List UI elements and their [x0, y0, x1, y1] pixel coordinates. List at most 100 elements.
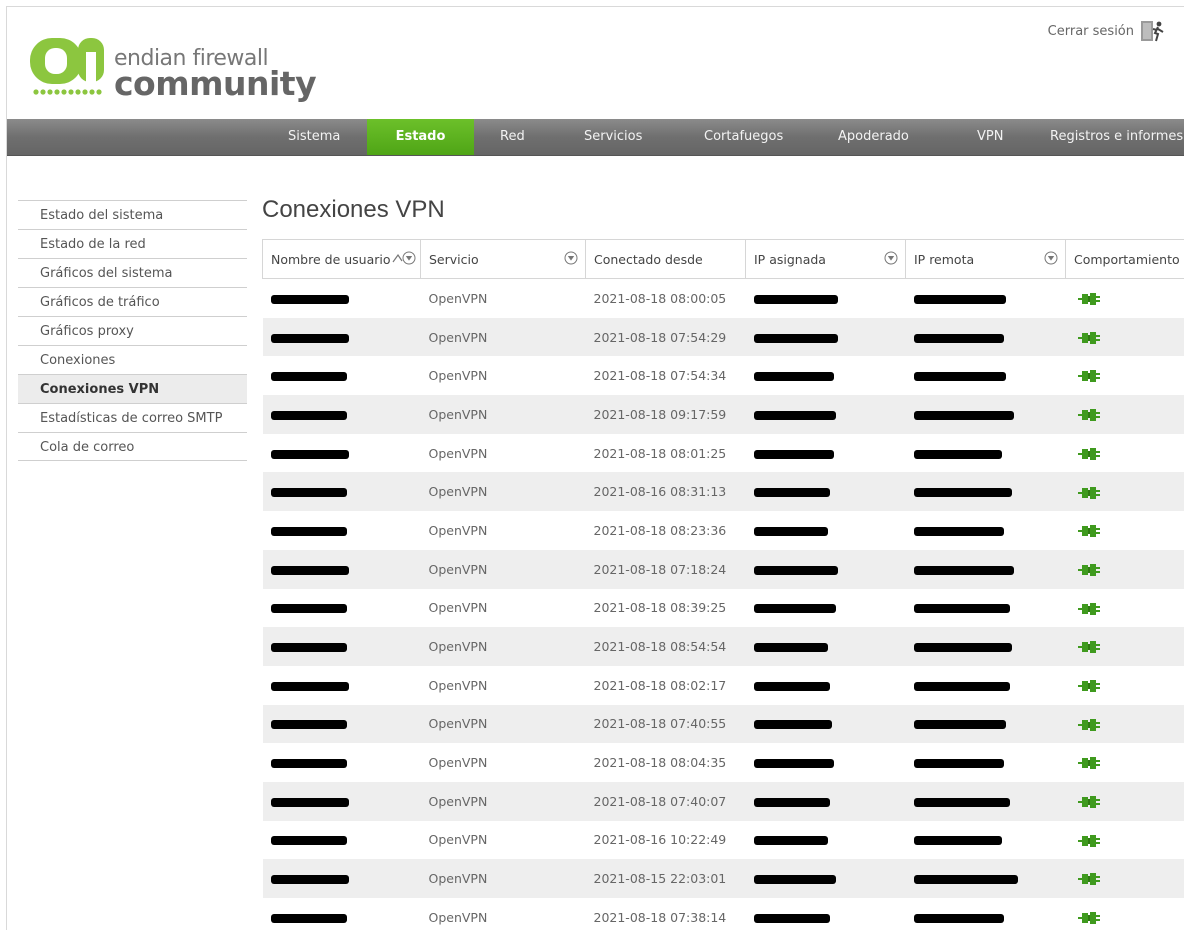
- table-row: OpenVPN2021-08-18 07:40:55: [263, 705, 1184, 744]
- cell-behavior: [1066, 434, 1184, 473]
- plug-disconnect-icon[interactable]: [1078, 834, 1100, 848]
- cell-remote-ip: [906, 550, 1066, 589]
- redacted-remote-ip: [914, 682, 1010, 691]
- plug-disconnect-icon[interactable]: [1078, 679, 1100, 693]
- column-header-label: Nombre de usuario: [271, 252, 391, 267]
- plug-disconnect-icon[interactable]: [1078, 408, 1100, 422]
- cell-service: OpenVPN: [421, 782, 586, 821]
- nav-item-servicios[interactable]: Servicios: [584, 119, 642, 155]
- redacted-assigned-ip: [754, 527, 828, 536]
- cell-assigned-ip: [746, 666, 906, 705]
- nav-item-apoderado[interactable]: Apoderado: [838, 119, 909, 155]
- redacted-username: [271, 295, 349, 304]
- sidebar-item-conexiones-vpn[interactable]: Conexiones VPN: [18, 374, 247, 403]
- page-title: Conexiones VPN: [262, 196, 445, 224]
- redacted-username: [271, 875, 349, 884]
- nav-item-red[interactable]: Red: [500, 119, 525, 155]
- table-row: OpenVPN2021-08-15 22:03:01: [263, 859, 1184, 898]
- plug-disconnect-icon[interactable]: [1078, 524, 1100, 538]
- redacted-remote-ip: [914, 875, 1018, 884]
- table-row: OpenVPN2021-08-18 08:02:17: [263, 666, 1184, 705]
- sidebar-item-graficos-sistema[interactable]: Gráficos del sistema: [18, 258, 247, 287]
- redacted-remote-ip: [914, 295, 1006, 304]
- cell-service: OpenVPN: [421, 472, 586, 511]
- plug-disconnect-icon[interactable]: [1078, 369, 1100, 383]
- cell-assigned-ip: [746, 318, 906, 357]
- cell-username: [263, 627, 421, 666]
- cell-connected-since: 2021-08-18 08:04:35: [586, 743, 746, 782]
- redacted-remote-ip: [914, 914, 1004, 923]
- redacted-remote-ip: [914, 527, 1004, 536]
- cell-username: [263, 743, 421, 782]
- plug-disconnect-icon[interactable]: [1078, 872, 1100, 886]
- column-header-connected-since[interactable]: Conectado desde: [586, 240, 746, 279]
- redacted-assigned-ip: [754, 295, 838, 304]
- plug-disconnect-icon[interactable]: [1078, 331, 1100, 345]
- plug-disconnect-icon[interactable]: [1078, 795, 1100, 809]
- plug-disconnect-icon[interactable]: [1078, 447, 1100, 461]
- redacted-remote-ip: [914, 643, 1012, 652]
- column-header-remote-ip[interactable]: IP remota: [906, 240, 1066, 279]
- cell-assigned-ip: [746, 743, 906, 782]
- redacted-username: [271, 720, 347, 729]
- endian-logo[interactable]: endian firewall community: [30, 34, 300, 104]
- plug-disconnect-icon[interactable]: [1078, 756, 1100, 770]
- sidebar-item-estado-sistema[interactable]: Estado del sistema: [18, 200, 247, 229]
- redacted-assigned-ip: [754, 682, 830, 691]
- plug-disconnect-icon[interactable]: [1078, 486, 1100, 500]
- plug-disconnect-icon[interactable]: [1078, 292, 1100, 306]
- cell-connected-since: 2021-08-15 22:03:01: [586, 859, 746, 898]
- nav-item-sistema[interactable]: Sistema: [288, 119, 340, 155]
- cell-username: [263, 318, 421, 357]
- column-header-assigned-ip[interactable]: IP asignada: [746, 240, 906, 279]
- vpn-connections-table: Nombre de usuario Servicio Conectado des…: [262, 239, 1184, 937]
- cell-connected-since: 2021-08-18 08:54:54: [586, 627, 746, 666]
- cell-assigned-ip: [746, 511, 906, 550]
- redacted-assigned-ip: [754, 566, 838, 575]
- cell-remote-ip: [906, 279, 1066, 318]
- cell-connected-since: 2021-08-18 09:17:59: [586, 395, 746, 434]
- sidebar-item-graficos-proxy[interactable]: Gráficos proxy: [18, 316, 247, 345]
- cell-service: OpenVPN: [421, 434, 586, 473]
- nav-item-estado[interactable]: Estado: [367, 119, 474, 155]
- cell-remote-ip: [906, 395, 1066, 434]
- redacted-remote-ip: [914, 836, 1002, 845]
- nav-item-vpn[interactable]: VPN: [977, 119, 1003, 155]
- filter-icon[interactable]: [884, 251, 898, 265]
- nav-item-registros[interactable]: Registros e informes: [1050, 119, 1183, 155]
- cell-behavior: [1066, 705, 1184, 744]
- cell-connected-since: 2021-08-18 08:01:25: [586, 434, 746, 473]
- redacted-assigned-ip: [754, 875, 836, 884]
- cell-service: OpenVPN: [421, 511, 586, 550]
- sidebar-item-graficos-trafico[interactable]: Gráficos de tráfico: [18, 287, 247, 316]
- plug-disconnect-icon[interactable]: [1078, 640, 1100, 654]
- cell-connected-since: 2021-08-18 07:38:14: [586, 898, 746, 937]
- column-header-service[interactable]: Servicio: [421, 240, 586, 279]
- plug-disconnect-icon[interactable]: [1078, 911, 1100, 925]
- filter-icon[interactable]: [1044, 251, 1058, 265]
- redacted-assigned-ip: [754, 914, 830, 923]
- plug-disconnect-icon[interactable]: [1078, 602, 1100, 616]
- main-nav: Sistema Estado Red Servicios Cortafuegos…: [7, 119, 1184, 156]
- sort-filter-icon[interactable]: [392, 251, 416, 265]
- table-row: OpenVPN2021-08-18 08:39:25: [263, 589, 1184, 628]
- cell-behavior: [1066, 821, 1184, 860]
- sidebar-item-estado-red[interactable]: Estado de la red: [18, 229, 247, 258]
- redacted-username: [271, 450, 349, 459]
- cell-connected-since: 2021-08-16 10:22:49: [586, 821, 746, 860]
- plug-disconnect-icon[interactable]: [1078, 718, 1100, 732]
- cell-connected-since: 2021-08-18 07:40:55: [586, 705, 746, 744]
- cell-username: [263, 511, 421, 550]
- redacted-username: [271, 488, 347, 497]
- sidebar-item-cola-correo[interactable]: Cola de correo: [18, 432, 247, 461]
- cell-behavior: [1066, 627, 1184, 666]
- redacted-assigned-ip: [754, 836, 828, 845]
- sidebar-item-conexiones[interactable]: Conexiones: [18, 345, 247, 374]
- sidebar-item-estadisticas-smtp[interactable]: Estadísticas de correo SMTP: [18, 403, 247, 432]
- plug-disconnect-icon[interactable]: [1078, 563, 1100, 577]
- cell-username: [263, 898, 421, 937]
- column-header-username[interactable]: Nombre de usuario: [263, 240, 421, 279]
- filter-icon[interactable]: [564, 251, 578, 265]
- nav-item-cortafuegos[interactable]: Cortafuegos: [704, 119, 783, 155]
- logout-link[interactable]: Cerrar sesión: [1048, 18, 1166, 44]
